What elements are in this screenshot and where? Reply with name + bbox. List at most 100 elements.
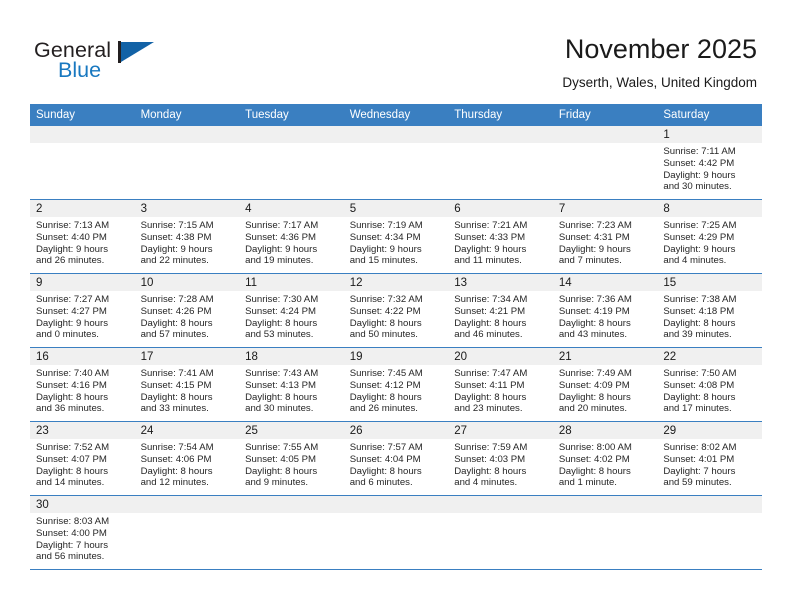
day-info: Sunrise: 7:17 AM Sunset: 4:36 PM Dayligh… xyxy=(239,217,344,267)
day-cell[interactable]: 2 Sunrise: 7:13 AM Sunset: 4:40 PM Dayli… xyxy=(30,200,135,273)
day-cell[interactable]: 20 Sunrise: 7:47 AM Sunset: 4:11 PM Dayl… xyxy=(448,348,553,421)
day-cell[interactable]: 30 Sunrise: 8:03 AM Sunset: 4:00 PM Dayl… xyxy=(30,496,135,569)
day-number xyxy=(553,126,658,128)
day-cell[interactable]: 12 Sunrise: 7:32 AM Sunset: 4:22 PM Dayl… xyxy=(343,274,449,347)
day-cell[interactable]: 11 Sunrise: 7:30 AM Sunset: 4:24 PM Dayl… xyxy=(239,274,344,347)
day-cell[interactable]: 18 Sunrise: 7:43 AM Sunset: 4:13 PM Dayl… xyxy=(239,348,344,421)
day-cell[interactable]: 27 Sunrise: 7:59 AM Sunset: 4:03 PM Dayl… xyxy=(448,422,553,495)
day-cell[interactable]: 1 Sunrise: 7:11 AM Sunset: 4:42 PM Dayli… xyxy=(657,126,762,199)
day-number: 30 xyxy=(36,499,49,511)
daylight-text-line2: and 59 minutes. xyxy=(663,477,732,489)
day-number: 21 xyxy=(558,351,572,363)
daylight-text-line1: Daylight: 8 hours xyxy=(36,391,108,403)
day-cell[interactable]: 23 Sunrise: 7:52 AM Sunset: 4:07 PM Dayl… xyxy=(30,422,135,495)
day-info: Sunrise: 8:02 AM Sunset: 4:01 PM Dayligh… xyxy=(657,439,762,489)
day-info: Sunrise: 7:15 AM Sunset: 4:38 PM Dayligh… xyxy=(135,217,240,267)
day-cell[interactable]: 15 Sunrise: 7:38 AM Sunset: 4:18 PM Dayl… xyxy=(657,274,762,347)
day-cell[interactable]: 17 Sunrise: 7:41 AM Sunset: 4:15 PM Dayl… xyxy=(134,348,240,421)
day-number: 27 xyxy=(454,425,468,437)
calendar-week-row: 23 Sunrise: 7:52 AM Sunset: 4:07 PM Dayl… xyxy=(30,421,762,496)
day-cell[interactable] xyxy=(552,126,658,199)
daylight-text-line1: Daylight: 7 hours xyxy=(663,465,736,477)
sunrise-text: Sunrise: 7:28 AM xyxy=(140,294,214,305)
day-number: 6 xyxy=(454,203,461,215)
day-cell[interactable]: 3 Sunrise: 7:15 AM Sunset: 4:38 PM Dayli… xyxy=(134,200,240,273)
day-info: Sunrise: 7:49 AM Sunset: 4:09 PM Dayligh… xyxy=(553,365,658,415)
day-cell[interactable] xyxy=(134,126,240,199)
day-number-band: 27 xyxy=(448,422,553,439)
day-cell[interactable] xyxy=(239,496,344,569)
day-number: 19 xyxy=(349,351,363,363)
day-cell[interactable]: 26 Sunrise: 7:57 AM Sunset: 4:04 PM Dayl… xyxy=(343,422,449,495)
day-cell[interactable]: 29 Sunrise: 8:02 AM Sunset: 4:01 PM Dayl… xyxy=(657,422,762,495)
sunset-text: Sunset: 4:27 PM xyxy=(36,305,107,317)
day-cell[interactable]: 24 Sunrise: 7:54 AM Sunset: 4:06 PM Dayl… xyxy=(134,422,240,495)
day-cell[interactable]: 7 Sunrise: 7:23 AM Sunset: 4:31 PM Dayli… xyxy=(552,200,658,273)
day-cell[interactable] xyxy=(552,496,658,569)
daylight-text-line2: and 1 minute. xyxy=(558,477,617,489)
day-number: 10 xyxy=(140,277,154,289)
day-info xyxy=(553,513,658,516)
sunset-text: Sunset: 4:06 PM xyxy=(140,453,212,465)
page-header: General Blue November 2025 Dyserth, Wale… xyxy=(0,0,792,100)
sunrise-text: Sunrise: 7:50 AM xyxy=(663,368,737,379)
sunset-text: Sunset: 4:40 PM xyxy=(36,231,107,243)
day-info xyxy=(553,143,658,146)
day-cell[interactable]: 13 Sunrise: 7:34 AM Sunset: 4:21 PM Dayl… xyxy=(448,274,553,347)
day-info: Sunrise: 8:03 AM Sunset: 4:00 PM Dayligh… xyxy=(30,513,135,563)
day-number: 29 xyxy=(663,425,677,437)
day-cell[interactable]: 10 Sunrise: 7:28 AM Sunset: 4:26 PM Dayl… xyxy=(134,274,240,347)
day-cell[interactable]: 8 Sunrise: 7:25 AM Sunset: 4:29 PM Dayli… xyxy=(657,200,762,273)
daylight-text-line2: and 50 minutes. xyxy=(349,329,418,341)
logo-text-blue: Blue xyxy=(58,58,102,82)
daylight-text-line1: Daylight: 9 hours xyxy=(454,243,527,255)
day-cell[interactable]: 6 Sunrise: 7:21 AM Sunset: 4:33 PM Dayli… xyxy=(448,200,553,273)
sunrise-text: Sunrise: 7:54 AM xyxy=(140,442,214,453)
day-cell[interactable]: 9 Sunrise: 7:27 AM Sunset: 4:27 PM Dayli… xyxy=(30,274,135,347)
sunrise-text: Sunrise: 8:02 AM xyxy=(663,442,737,453)
sunset-text: Sunset: 4:38 PM xyxy=(140,231,212,243)
day-number xyxy=(448,496,553,498)
general-blue-logo[interactable]: General Blue xyxy=(34,38,214,88)
day-cell[interactable] xyxy=(343,496,449,569)
day-cell[interactable]: 19 Sunrise: 7:45 AM Sunset: 4:12 PM Dayl… xyxy=(343,348,449,421)
day-info: Sunrise: 7:59 AM Sunset: 4:03 PM Dayligh… xyxy=(448,439,553,489)
sunset-text: Sunset: 4:31 PM xyxy=(558,231,630,243)
day-info xyxy=(344,143,449,146)
daylight-text-line1: Daylight: 8 hours xyxy=(245,465,318,477)
daylight-text-line2: and 53 minutes. xyxy=(245,329,314,341)
day-cell[interactable] xyxy=(239,126,344,199)
day-cell[interactable] xyxy=(448,496,553,569)
day-cell[interactable] xyxy=(30,126,135,199)
day-cell[interactable]: 22 Sunrise: 7:50 AM Sunset: 4:08 PM Dayl… xyxy=(657,348,762,421)
day-info: Sunrise: 7:40 AM Sunset: 4:16 PM Dayligh… xyxy=(30,365,135,415)
day-number-band: 28 xyxy=(552,422,658,439)
sunrise-text: Sunrise: 7:19 AM xyxy=(349,220,423,231)
daylight-text-line2: and 39 minutes. xyxy=(663,329,732,341)
day-cell[interactable]: 5 Sunrise: 7:19 AM Sunset: 4:34 PM Dayli… xyxy=(343,200,449,273)
sunset-text: Sunset: 4:33 PM xyxy=(454,231,526,243)
daylight-text-line1: Daylight: 8 hours xyxy=(245,317,318,329)
day-cell[interactable] xyxy=(343,126,449,199)
daylight-text-line2: and 15 minutes. xyxy=(349,255,418,267)
day-number-band: 16 xyxy=(30,348,135,365)
daylight-text-line2: and 4 minutes. xyxy=(454,477,518,489)
day-cell[interactable]: 16 Sunrise: 7:40 AM Sunset: 4:16 PM Dayl… xyxy=(30,348,135,421)
weekday-header-friday: Friday xyxy=(552,104,658,126)
day-cell[interactable]: 28 Sunrise: 8:00 AM Sunset: 4:02 PM Dayl… xyxy=(552,422,658,495)
daylight-text-line1: Daylight: 9 hours xyxy=(663,169,736,181)
daylight-text-line1: Daylight: 8 hours xyxy=(454,317,527,329)
daylight-text-line2: and 46 minutes. xyxy=(454,329,523,341)
day-cell[interactable] xyxy=(657,496,762,569)
day-number-band: 19 xyxy=(343,348,449,365)
day-cell[interactable] xyxy=(448,126,553,199)
daylight-text-line2: and 30 minutes. xyxy=(245,403,314,415)
day-number xyxy=(239,126,344,128)
day-info: Sunrise: 7:36 AM Sunset: 4:19 PM Dayligh… xyxy=(553,291,658,341)
day-cell[interactable]: 21 Sunrise: 7:49 AM Sunset: 4:09 PM Dayl… xyxy=(552,348,658,421)
sunset-text: Sunset: 4:01 PM xyxy=(663,453,735,465)
day-cell[interactable]: 25 Sunrise: 7:55 AM Sunset: 4:05 PM Dayl… xyxy=(239,422,344,495)
day-cell[interactable]: 14 Sunrise: 7:36 AM Sunset: 4:19 PM Dayl… xyxy=(552,274,658,347)
day-cell[interactable] xyxy=(134,496,240,569)
day-cell[interactable]: 4 Sunrise: 7:17 AM Sunset: 4:36 PM Dayli… xyxy=(239,200,344,273)
